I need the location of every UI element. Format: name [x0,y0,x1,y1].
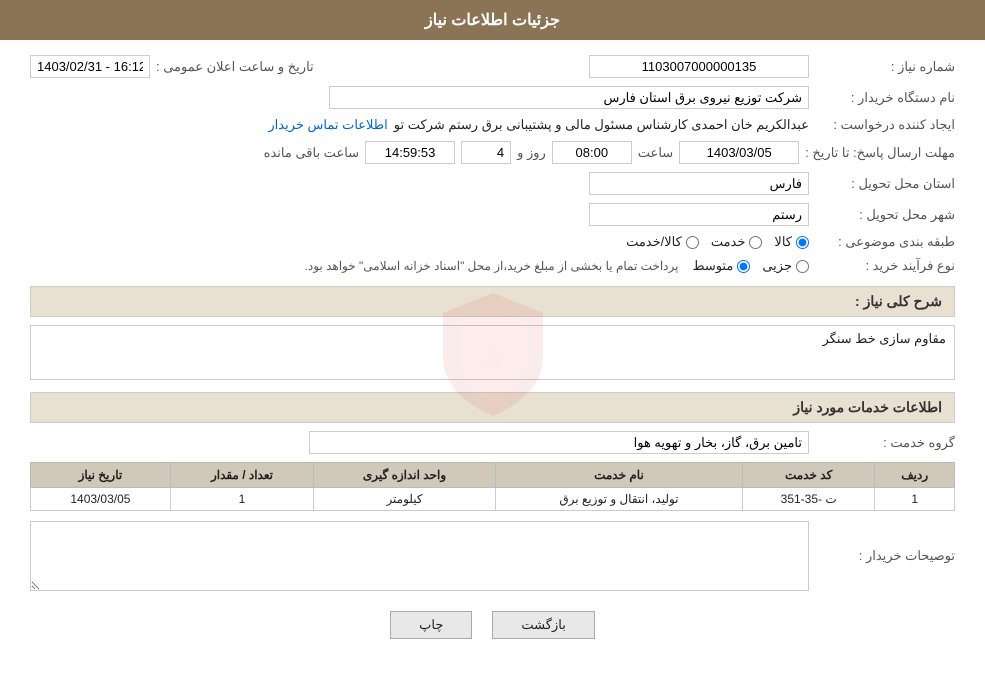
sharh-container: مقاوم سازی خط سنگر A [30,325,955,380]
noe-row: نوع فرآیند خرید : جزیی متوسط پرداخت تمام… [30,258,955,274]
shomare-input[interactable] [589,55,809,78]
ostan-row: استان محل تحویل : [30,172,955,195]
groupe-khedmat-input[interactable] [309,431,809,454]
noe-note: پرداخت تمام یا بخشی از مبلغ خرید،از محل … [305,259,679,273]
tosei-textarea[interactable] [30,521,809,591]
tabaqe-khedmat-item[interactable]: خدمت [711,234,763,250]
shahr-input[interactable] [589,203,809,226]
col-tarikh: تاریخ نیاز [31,463,171,488]
cell-cod: ت -35-351 [742,488,874,511]
saat-input[interactable] [552,141,632,164]
tarikh-alan-label: تاریخ و ساعت اعلان عمومی : [156,59,314,75]
services-section-title: اطلاعات خدمات مورد نیاز [793,399,942,415]
noe-radio-group: جزیی متوسط [692,258,809,274]
col-radif: ردیف [875,463,955,488]
cell-tarikh: 1403/03/05 [31,488,171,511]
tabaqe-khedmat-label: خدمت [711,234,746,250]
tabaqe-kala-label: کالا [774,234,792,250]
ijad-row: ایجاد کننده درخواست : عبدالکریم خان احمد… [30,117,955,133]
date-input[interactable] [679,141,799,164]
ostan-label: استان محل تحویل : [815,176,955,192]
noe-motavaset-item[interactable]: متوسط [692,258,750,274]
ostan-input[interactable] [589,172,809,195]
mohlat-row: مهلت ارسال پاسخ: تا تاریخ : ساعت روز و س… [30,141,955,164]
shahr-row: شهر محل تحویل : [30,203,955,226]
page-title: جزئیات اطلاعات نیاز [425,12,560,29]
baghi-input[interactable] [365,141,455,164]
footer-buttons: بازگشت چاپ [30,611,955,639]
tabaqe-kala-item[interactable]: کالا [774,234,809,250]
tabaqe-khedmat-radio[interactable] [749,236,762,249]
noe-motavaset-label: متوسط [692,258,733,274]
tabaqe-kala-radio[interactable] [796,236,809,249]
ijad-link[interactable]: اطلاعات تماس خریدار [268,117,387,133]
baghi-label: ساعت باقی مانده [264,145,359,161]
mohlat-label: مهلت ارسال پاسخ: تا تاریخ : [805,145,955,161]
namdastgah-input[interactable] [329,86,809,109]
noe-jozi-label: جزیی [762,258,792,274]
services-table: ردیف کد خدمت نام خدمت واحد اندازه گیری ت… [30,462,955,511]
tarikh-alan-input[interactable] [30,55,150,78]
groupe-khedmat-row: گروه خدمت : [30,431,955,454]
col-tedad: تعداد / مقدار [170,463,313,488]
page-header: جزئیات اطلاعات نیاز [0,0,985,40]
cell-nam: تولید، انتقال و توزیع برق [495,488,742,511]
sharh-label: شرح کلی نیاز : [855,293,942,309]
sharh-box: مقاوم سازی خط سنگر A [30,325,955,380]
sharh-value: مقاوم سازی خط سنگر [822,331,946,346]
noe-label: نوع فرآیند خرید : [815,258,955,274]
col-vahed: واحد اندازه گیری [314,463,496,488]
noe-jozi-item[interactable]: جزیی [762,258,809,274]
table-header-row: ردیف کد خدمت نام خدمت واحد اندازه گیری ت… [31,463,955,488]
col-nam: نام خدمت [495,463,742,488]
noe-jozi-radio[interactable] [796,260,809,273]
shomare-label: شماره نیاز : [815,59,955,75]
rooz-input[interactable] [461,141,511,164]
noe-motavaset-radio[interactable] [737,260,750,273]
saat-label: ساعت [638,145,673,161]
sharh-section-header: شرح کلی نیاز : [30,286,955,317]
tabaqe-kalakhedmat-item[interactable]: کالا/خدمت [626,234,699,250]
tabaqe-kalakhedmat-label: کالا/خدمت [626,234,682,250]
tabaqe-radio-group: کالا خدمت کالا/خدمت [626,234,809,250]
namdastgah-row: نام دستگاه خریدار : [30,86,955,109]
ijad-label: ایجاد کننده درخواست : [815,117,955,133]
namdastgah-label: نام دستگاه خریدار : [815,90,955,106]
shomare-row: شماره نیاز : تاریخ و ساعت اعلان عمومی : [30,55,955,78]
print-button[interactable]: چاپ [390,611,472,639]
cell-vahed: کیلومتر [314,488,496,511]
cell-tedad: 1 [170,488,313,511]
cell-radif: 1 [875,488,955,511]
groupe-khedmat-label: گروه خدمت : [815,435,955,451]
tosei-row: توصیحات خریدار : [30,521,955,591]
ijad-value: عبدالکریم خان احمدی کارشناس مسئول مالی و… [394,117,809,133]
tabaqe-kalakhedmat-radio[interactable] [686,236,699,249]
svg-text:A: A [482,343,502,374]
rooz-label: روز و [517,145,546,161]
tabaqe-row: طبقه بندی موضوعی : کالا خدمت کالا/خدمت [30,234,955,250]
table-row: 1 ت -35-351 تولید، انتقال و توزیع برق کی… [31,488,955,511]
tosei-label: توصیحات خریدار : [815,548,955,564]
tabaqe-label: طبقه بندی موضوعی : [815,234,955,250]
shahr-label: شهر محل تحویل : [815,207,955,223]
back-button[interactable]: بازگشت [492,611,594,639]
services-section-header: اطلاعات خدمات مورد نیاز [30,392,955,423]
col-cod: کد خدمت [742,463,874,488]
